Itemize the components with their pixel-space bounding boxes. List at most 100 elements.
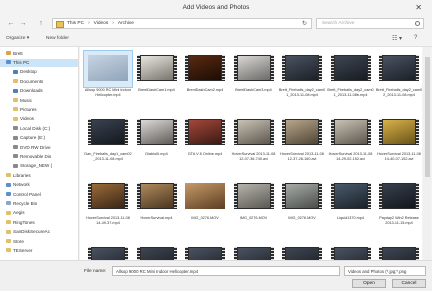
file-tile[interactable]: HoverSurvival.mp4: [133, 179, 181, 243]
file-tile[interactable]: BrentDashCam2.mp4: [181, 51, 229, 115]
close-icon[interactable]: ✕: [415, 3, 422, 12]
tree-item[interactable]: Network: [0, 182, 78, 190]
file-thumbnail: [133, 51, 181, 87]
file-tile[interactable]: IMG_0276.MOV: [278, 179, 326, 243]
tree-item[interactable]: Aegis: [0, 210, 78, 218]
tree-item[interactable]: Store: [0, 238, 78, 246]
tree-item[interactable]: Brett: [0, 50, 78, 58]
file-thumbnail: [375, 51, 423, 87]
tree-item[interactable]: Local Disk (C:): [0, 125, 78, 133]
folder-icon: [13, 79, 18, 84]
file-tile[interactable]: HoverSurvival 2013-11-08 14-40-07-152.av…: [375, 115, 423, 179]
breadcrumb-this-pc[interactable]: This PC: [67, 21, 84, 26]
tree-item[interactable]: DVD RW Drive: [0, 144, 78, 152]
tree-item[interactable]: SanDiskSecureAc: [0, 229, 78, 237]
preview-image: [237, 56, 270, 80]
file-thumbnail: [83, 50, 133, 88]
open-button[interactable]: Open: [352, 279, 386, 288]
view-options-icon[interactable]: ☷ ▾: [392, 35, 402, 42]
new-folder-button[interactable]: New folder: [46, 36, 69, 41]
video-film-icon: [233, 55, 274, 81]
preview-image: [383, 184, 415, 208]
refresh-icon[interactable]: ↻: [302, 20, 307, 27]
preview-image: [383, 56, 415, 80]
video-film-icon: [282, 55, 322, 81]
file-tile[interactable]: Liquid1370.mp4: [327, 179, 375, 243]
forward-button[interactable]: →: [18, 19, 28, 29]
tree-item[interactable]: This PC: [0, 59, 78, 67]
video-film-icon: [185, 119, 225, 145]
file-name: HoverSurvival 2013-11-08 12-07-36-740.av…: [231, 152, 276, 161]
back-button[interactable]: ←: [6, 19, 16, 29]
tree-item[interactable]: TEServer: [0, 247, 78, 255]
file-tile[interactable]: IMG_0276.MOV: [181, 179, 229, 243]
tree-item-label: TEServer: [13, 247, 33, 253]
file-tile[interactable]: DiabloIII.mp4: [133, 115, 181, 179]
folder-icon: [13, 135, 18, 140]
tree-item[interactable]: Libraries: [0, 172, 78, 180]
tree-item-label: DVD RW Drive: [20, 144, 51, 150]
file-grid: Allsop 9000 RC Mini Indoor Helicopter.mp…: [80, 47, 423, 273]
file-tile[interactable]: Payday2 Win2 Release 2013-11-15.mp4: [375, 179, 423, 243]
file-name: Brett_Fireballs_day2_cam01_2013-11-08.mp…: [278, 88, 326, 97]
file-name: Liquid1370.mp4: [336, 216, 365, 220]
scrollbar-thumb[interactable]: [424, 57, 430, 177]
tree-item[interactable]: Pictures: [0, 106, 78, 114]
tree-item[interactable]: Recycle Bin: [0, 200, 78, 208]
file-name: Brett_Fireballs_day2_cam02_2013-11-08.mp…: [375, 88, 423, 97]
file-name: Payday2 Win2 Release 2013-11-15.mp4: [379, 216, 419, 225]
file-tile[interactable]: HoverSurvival 2013-11-08 14-49-37.mp4: [84, 179, 132, 243]
tree-item[interactable]: Desktop: [0, 69, 78, 77]
file-type-select[interactable]: Videos and Photos (*.jpg;*.png: [344, 266, 426, 276]
file-type-value: Videos and Photos (*.jpg;*.png: [348, 269, 407, 274]
tree-item[interactable]: Removable Dis: [0, 153, 78, 161]
file-tile[interactable]: Brett_Fireballs_day2_cam01_2013-11-08.mp…: [278, 51, 326, 115]
breadcrumb-archive[interactable]: Archive: [118, 21, 134, 26]
tree-item-label: Recycle Bin: [13, 200, 38, 206]
folder-icon: [6, 173, 11, 178]
preview-image: [383, 120, 415, 144]
folder-icon: [56, 21, 64, 28]
folder-icon: [6, 210, 11, 215]
file-tile[interactable]: GTA V 8 Online.mp4: [181, 115, 229, 179]
file-name: BrentDashCam1.mp4: [138, 88, 175, 92]
tree-item[interactable]: Capture (E:): [0, 135, 78, 143]
file-selection-bar: File name: Allsop 9000 RC Mini Indoor He…: [0, 260, 432, 291]
file-tile[interactable]: Allsop 9000 RC Mini Indoor Helicopter.mp…: [83, 50, 133, 115]
tree-item[interactable]: Documents: [0, 78, 78, 86]
search-input[interactable]: Search Archive: [316, 18, 424, 29]
file-tile[interactable]: HoverSurvival 2013-11-08 12-07-36-740.av…: [230, 115, 278, 179]
address-bar[interactable]: This PC › Videos › Archive ↻: [52, 18, 312, 29]
file-tile[interactable]: HoverSurvival 2013-11-08 12-37-28-160.av…: [278, 115, 326, 179]
file-tile[interactable]: Dan_Fireballs_day1_cam02_2013-11-08.mp4: [84, 115, 132, 179]
file-tile[interactable]: Brett_Fireballs_day2_cam01_2013-11-08b.m…: [327, 51, 375, 115]
file-tile[interactable]: HoverSurvival 2013-11-08 14-29-02-152.av…: [327, 115, 375, 179]
tree-item[interactable]: Videos: [0, 116, 78, 124]
tree-item[interactable]: Downloads: [0, 88, 78, 96]
file-tile[interactable]: BrentDashCam3.mp4: [230, 51, 278, 115]
folder-icon: [13, 154, 18, 159]
add-videos-dialog: Add Videos and Photos ✕ ← → ↑ This PC › Vi…: [0, 0, 432, 291]
preview-image: [140, 184, 173, 208]
tree-item-label: Aegis: [13, 210, 25, 216]
vertical-scrollbar[interactable]: [423, 47, 431, 260]
tree-item-label: Music: [20, 97, 32, 103]
navigation-bar: ← → ↑ This PC › Videos › Archive ↻ Search Ar…: [0, 16, 432, 32]
cancel-button[interactable]: Cancel: [392, 279, 426, 288]
help-icon[interactable]: ?: [414, 35, 417, 41]
up-button[interactable]: ↑: [36, 19, 46, 29]
file-name-input[interactable]: Allsop 9000 RC Mini Indoor Helicopter.mp…: [112, 266, 340, 276]
breadcrumb-videos[interactable]: Videos: [94, 21, 109, 26]
file-thumbnail: [375, 179, 423, 215]
tree-item[interactable]: Control Panel: [0, 191, 78, 199]
file-tile[interactable]: Brett_Fireballs_day2_cam02_2013-11-08.mp…: [375, 51, 423, 115]
folder-icon: [13, 69, 18, 74]
file-tile[interactable]: BrentDashCam1.mp4: [133, 51, 181, 115]
organize-menu[interactable]: Organize ▾: [6, 36, 29, 41]
tree-item[interactable]: Music: [0, 97, 78, 105]
file-thumbnail: [375, 115, 423, 151]
folder-icon: [6, 239, 11, 243]
tree-item[interactable]: RingTones: [0, 219, 78, 227]
file-tile[interactable]: IMG_0276.MOV: [230, 179, 278, 243]
tree-item[interactable]: Storage_NEW (: [0, 163, 78, 171]
